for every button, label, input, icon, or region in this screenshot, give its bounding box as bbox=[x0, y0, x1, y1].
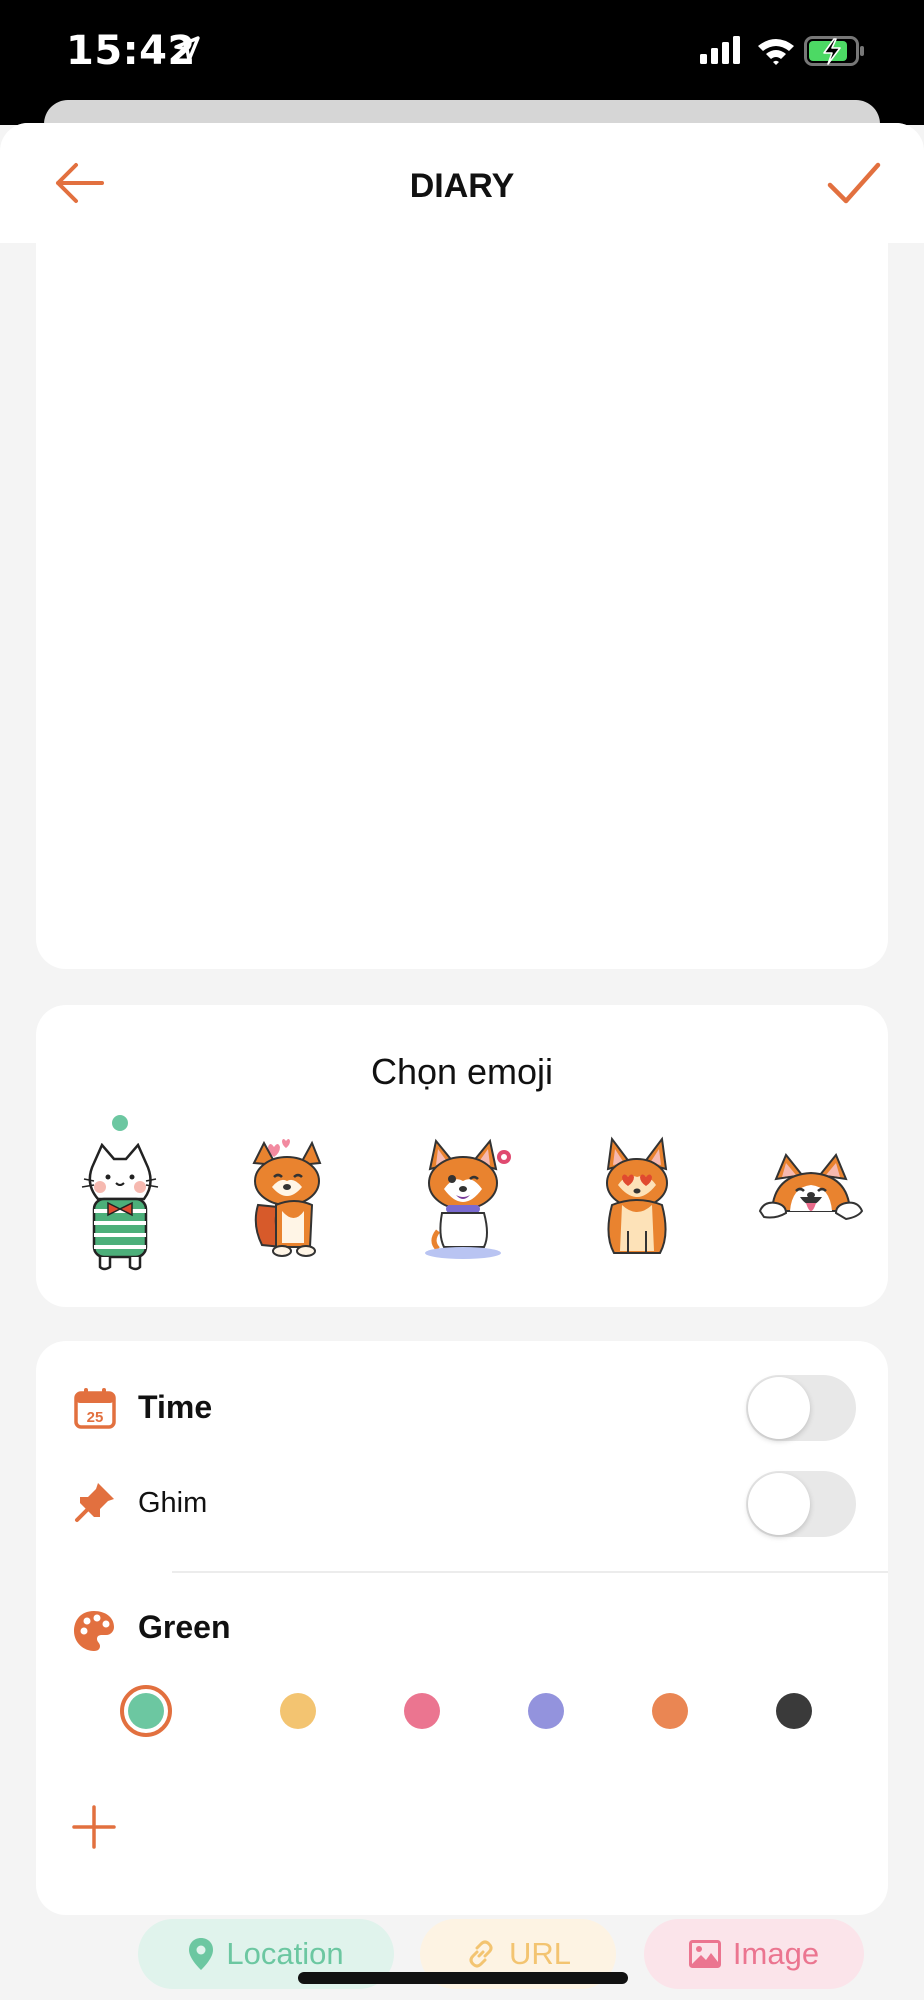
image-button[interactable]: Image bbox=[644, 1919, 864, 1989]
location-arrow-icon bbox=[174, 36, 200, 62]
time-toggle[interactable] bbox=[746, 1375, 856, 1441]
svg-text:25: 25 bbox=[87, 1409, 104, 1426]
header-bar: DIARY bbox=[0, 123, 924, 243]
cat-sweater-sticker[interactable] bbox=[64, 1143, 174, 1273]
home-indicator bbox=[298, 1972, 628, 1984]
calendar-icon: 25 bbox=[74, 1388, 116, 1429]
color-swatch-black[interactable] bbox=[776, 1693, 812, 1729]
selected-emoji-indicator bbox=[112, 1115, 128, 1131]
time-toggle-knob bbox=[748, 1377, 810, 1439]
corgi-peek-sticker[interactable] bbox=[756, 1135, 866, 1265]
wifi-icon bbox=[758, 39, 794, 65]
pin-toggle[interactable] bbox=[746, 1471, 856, 1537]
location-label: Location bbox=[226, 1936, 344, 1971]
color-swatch-orange[interactable] bbox=[652, 1693, 688, 1729]
checkmark-icon[interactable] bbox=[826, 159, 882, 207]
add-plus-icon[interactable] bbox=[72, 1805, 116, 1849]
color-swatch-purple[interactable] bbox=[528, 1693, 564, 1729]
diary-sheet: DIARY Chọn emoji 25 Time Ghim Green Loca… bbox=[0, 123, 924, 2000]
settings-divider bbox=[172, 1571, 888, 1573]
corgi-wink-sticker[interactable] bbox=[408, 1135, 518, 1265]
emoji-picker-title: Chọn emoji bbox=[370, 1051, 554, 1092]
page-title: DIARY bbox=[409, 167, 515, 205]
corgi-love-sticker[interactable] bbox=[232, 1135, 342, 1265]
map-pin-icon bbox=[189, 1938, 214, 1970]
cellular-signal-icon bbox=[700, 36, 740, 64]
color-swatch-green[interactable] bbox=[128, 1693, 164, 1729]
emoji-picker-card: Chọn emoji bbox=[36, 1005, 888, 1307]
pushpin-icon bbox=[75, 1483, 114, 1522]
time-label: Time bbox=[138, 1389, 213, 1425]
pin-label: Ghim bbox=[138, 1487, 208, 1519]
pin-toggle-knob bbox=[748, 1473, 810, 1535]
image-icon bbox=[688, 1940, 721, 1968]
image-label: Image bbox=[732, 1936, 820, 1971]
color-swatch-pink[interactable] bbox=[404, 1693, 440, 1729]
link-icon bbox=[469, 1940, 493, 1968]
palette-icon bbox=[74, 1611, 114, 1651]
diary-settings-card: 25 Time Ghim Green Location URL Image bbox=[36, 1341, 888, 1989]
diary-text-editor[interactable] bbox=[36, 243, 888, 969]
color-label: Green bbox=[138, 1609, 231, 1645]
battery-charging-icon bbox=[804, 36, 864, 66]
url-label: URL bbox=[508, 1936, 571, 1971]
color-swatch-yellow[interactable] bbox=[280, 1693, 316, 1729]
corgi-heart-eyes-sticker[interactable] bbox=[582, 1135, 692, 1265]
